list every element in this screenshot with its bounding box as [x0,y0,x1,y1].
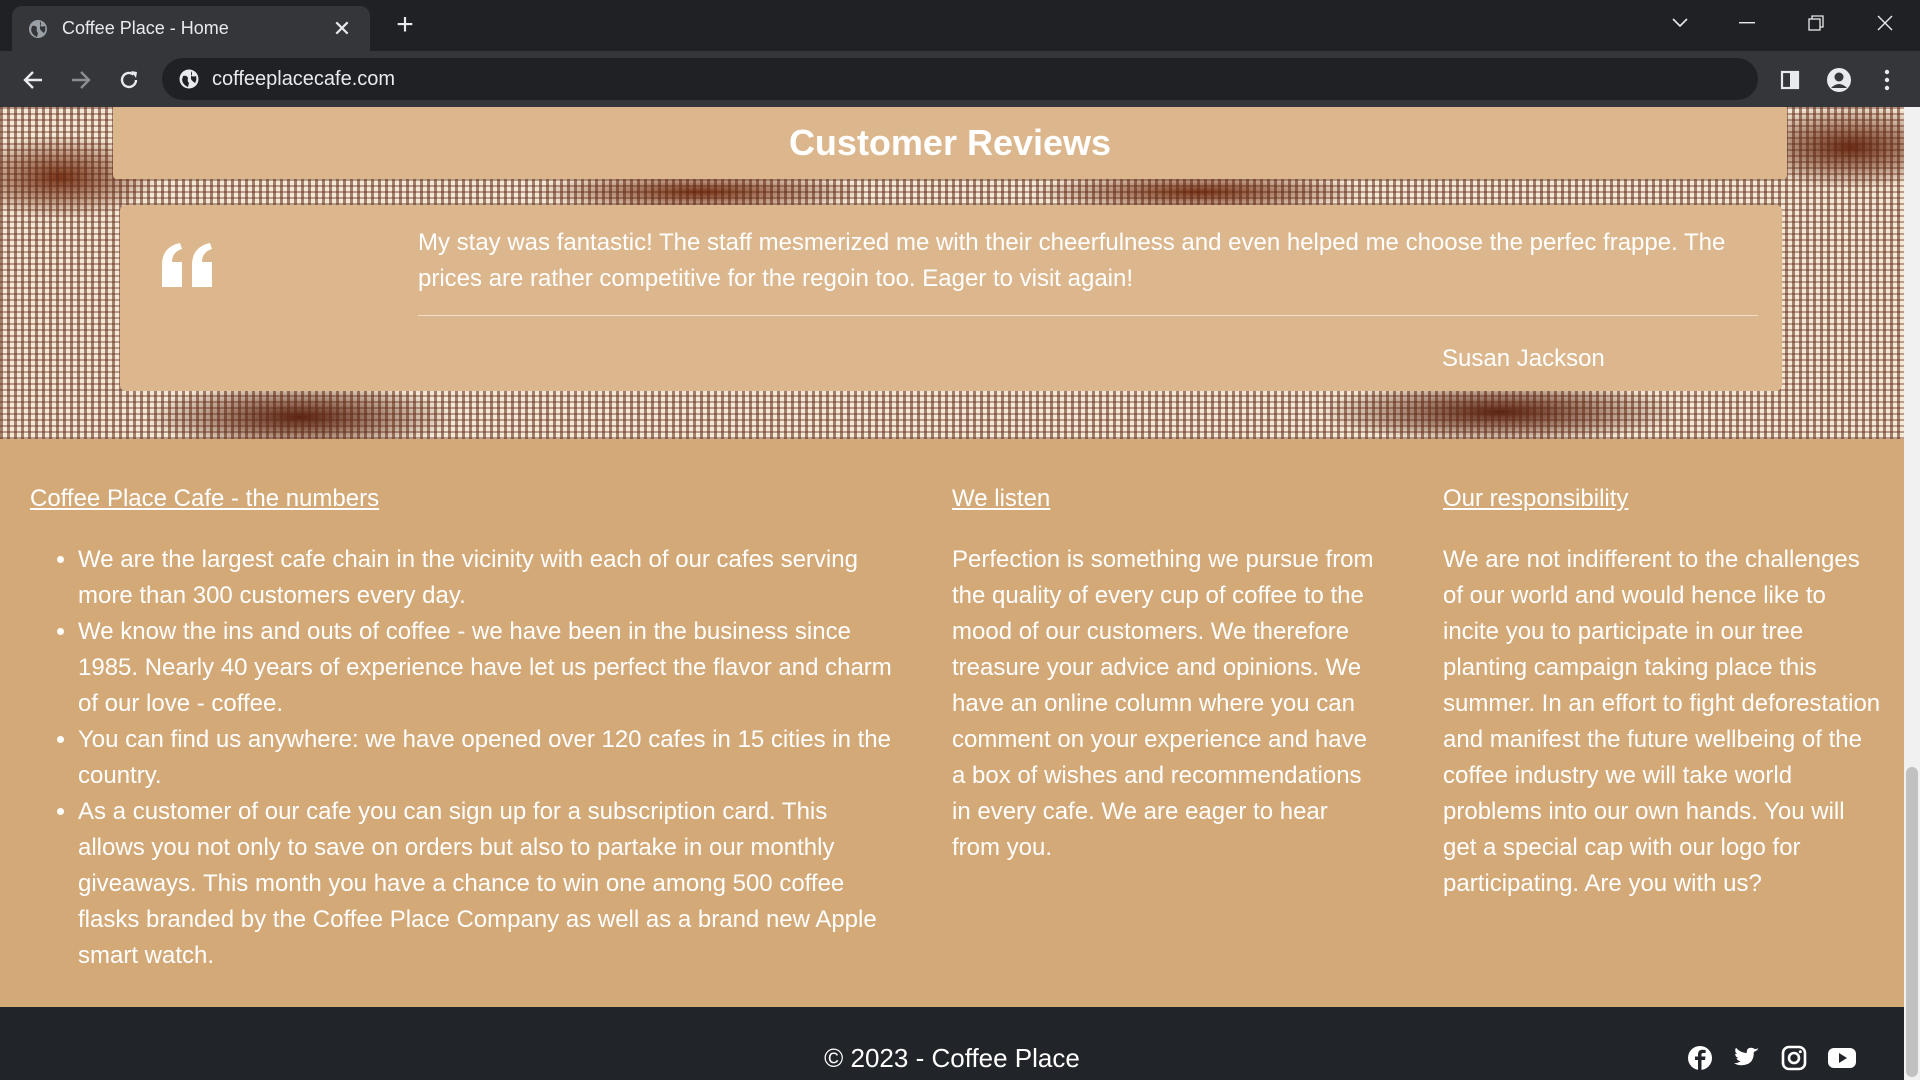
browser-toolbar: coffeeplacecafe.com [0,51,1920,107]
list-item: We know the ins and outs of coffee - we … [78,614,900,722]
more-menu-icon[interactable] [1872,65,1902,95]
url-text: coffeeplacecafe.com [212,67,396,90]
page-viewport: Customer Reviews My stay was fantastic! … [0,107,1920,1080]
back-arrow-icon[interactable] [18,65,48,95]
globe-icon [28,19,48,39]
reviews-header: Customer Reviews [113,107,1787,179]
tab-title: Coffee Place - Home [62,18,229,38]
twitter-icon[interactable] [1733,1044,1761,1072]
close-tab-icon[interactable]: ✕ [330,17,354,40]
listen-heading-link[interactable]: We listen [952,484,1050,514]
profile-icon[interactable] [1824,65,1854,95]
list-item: We are the largest cafe chain in the vic… [78,542,900,614]
reload-icon[interactable] [114,65,144,95]
responsibility-column: Our responsibility We are not indifferen… [1443,481,1883,902]
facebook-icon[interactable] [1686,1044,1714,1072]
close-window-icon[interactable] [1865,8,1905,38]
forward-arrow-icon[interactable] [66,65,96,95]
address-bar[interactable]: coffeeplacecafe.com [162,58,1758,100]
youtube-icon[interactable] [1828,1044,1856,1072]
minimize-icon[interactable] [1727,8,1767,38]
page-footer: © 2023 - Coffee Place [0,1007,1904,1080]
review-divider [418,315,1758,316]
scrollbar-thumb[interactable] [1906,767,1918,1077]
responsibility-heading-link[interactable]: Our responsibility [1443,484,1628,514]
copyright-text: © 2023 - Coffee Place [824,1043,1080,1073]
reviews-title: Customer Reviews [788,122,1112,163]
review-card: My stay was fantastic! The staff mesmeri… [120,205,1782,391]
browser-tabbar: Coffee Place - Home ✕ + [0,0,1920,51]
review-author: Susan Jackson [1442,345,1605,372]
review-quote: My stay was fantastic! The staff mesmeri… [418,229,1726,292]
instagram-icon[interactable] [1780,1044,1808,1072]
reviews-section: Customer Reviews My stay was fantastic! … [0,107,1904,439]
new-tab-button[interactable]: + [392,10,418,40]
restore-icon[interactable] [1796,8,1836,38]
responsibility-text: We are not indifferent to the challenges… [1443,546,1881,897]
site-info-icon[interactable] [178,68,200,90]
list-item: As a customer of our cafe you can sign u… [78,794,900,974]
numbers-list: We are the largest cafe chain in the vic… [30,542,900,974]
browser-tab[interactable]: Coffee Place - Home ✕ [12,6,370,51]
numbers-heading-link[interactable]: Coffee Place Cafe - the numbers [30,484,379,514]
side-panel-icon[interactable] [1775,65,1805,95]
numbers-column: Coffee Place Cafe - the numbers We are t… [30,481,900,974]
tab-search-icon[interactable] [1660,8,1700,38]
listen-column: We listen Perfection is something we pur… [952,481,1382,866]
list-item: You can find us anywhere: we have opened… [78,722,900,794]
info-section: Coffee Place Cafe - the numbers We are t… [0,439,1904,1009]
listen-text: Perfection is something we pursue from t… [952,546,1374,861]
quote-icon [158,235,218,295]
